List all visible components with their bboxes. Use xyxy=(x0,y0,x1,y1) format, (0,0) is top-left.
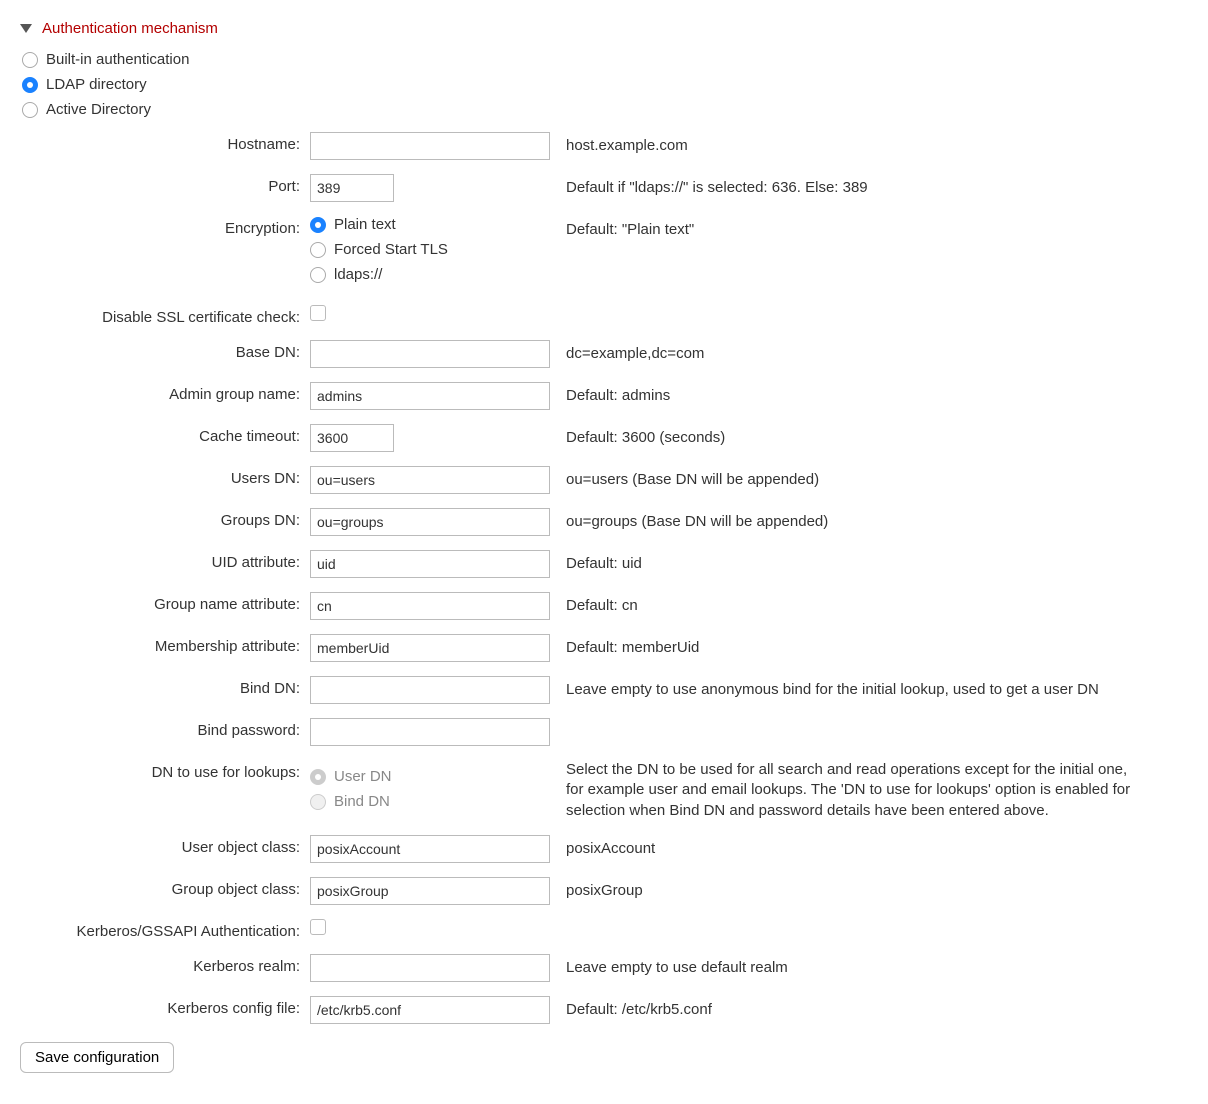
membership-attr-hint: Default: memberUid xyxy=(550,634,1140,658)
encryption-plain-label[interactable]: Plain text xyxy=(334,216,396,233)
group-name-attr-input[interactable] xyxy=(310,592,550,620)
auth-builtin-label[interactable]: Built-in authentication xyxy=(46,51,189,68)
groups-dn-input[interactable] xyxy=(310,508,550,536)
bind-dn-hint: Leave empty to use anonymous bind for th… xyxy=(550,676,1140,700)
membership-attr-input[interactable] xyxy=(310,634,550,662)
encryption-ldaps-label[interactable]: ldaps:// xyxy=(334,266,382,283)
auth-builtin-radio[interactable] xyxy=(22,52,38,68)
user-obj-class-hint: posixAccount xyxy=(550,835,1140,859)
disable-ssl-checkbox[interactable] xyxy=(310,305,326,321)
uid-attr-label: UID attribute: xyxy=(20,550,310,571)
disable-ssl-label: Disable SSL certificate check: xyxy=(20,305,310,326)
port-input[interactable] xyxy=(310,174,394,202)
admin-group-hint: Default: admins xyxy=(550,382,1140,406)
hostname-hint: host.example.com xyxy=(550,132,1140,156)
disclosure-triangle-icon xyxy=(20,24,32,33)
kerberos-auth-checkbox[interactable] xyxy=(310,919,326,935)
auth-ldap-label[interactable]: LDAP directory xyxy=(46,76,147,93)
auth-ldap-radio[interactable] xyxy=(22,77,38,93)
section-title: Authentication mechanism xyxy=(42,20,218,37)
dn-lookup-bind-radio xyxy=(310,794,326,810)
encryption-tls-label[interactable]: Forced Start TLS xyxy=(334,241,448,258)
hostname-label: Hostname: xyxy=(20,132,310,153)
uid-attr-input[interactable] xyxy=(310,550,550,578)
group-name-attr-label: Group name attribute: xyxy=(20,592,310,613)
kerberos-auth-label: Kerberos/GSSAPI Authentication: xyxy=(20,919,310,940)
kerberos-config-label: Kerberos config file: xyxy=(20,996,310,1017)
port-label: Port: xyxy=(20,174,310,195)
group-obj-class-hint: posixGroup xyxy=(550,877,1140,901)
port-hint: Default if "ldaps://" is selected: 636. … xyxy=(550,174,1140,198)
membership-attr-label: Membership attribute: xyxy=(20,634,310,655)
kerberos-config-hint: Default: /etc/krb5.conf xyxy=(550,996,1140,1020)
auth-ad-label[interactable]: Active Directory xyxy=(46,101,151,118)
groups-dn-hint: ou=groups (Base DN will be appended) xyxy=(550,508,1140,532)
hostname-input[interactable] xyxy=(310,132,550,160)
bind-dn-input[interactable] xyxy=(310,676,550,704)
users-dn-input[interactable] xyxy=(310,466,550,494)
uid-attr-hint: Default: uid xyxy=(550,550,1140,574)
kerberos-realm-hint: Leave empty to use default realm xyxy=(550,954,1140,978)
user-obj-class-input[interactable] xyxy=(310,835,550,863)
dn-lookups-hint: Select the DN to be used for all search … xyxy=(550,760,1140,821)
dn-lookups-label: DN to use for lookups: xyxy=(20,760,310,781)
auth-ad-radio[interactable] xyxy=(22,102,38,118)
dn-lookup-user-label: User DN xyxy=(334,768,392,785)
bind-dn-label: Bind DN: xyxy=(20,676,310,697)
encryption-tls-radio[interactable] xyxy=(310,242,326,258)
section-header[interactable]: Authentication mechanism xyxy=(20,20,1188,37)
bind-password-input[interactable] xyxy=(310,718,550,746)
kerberos-config-input[interactable] xyxy=(310,996,550,1024)
groups-dn-label: Groups DN: xyxy=(20,508,310,529)
bind-password-label: Bind password: xyxy=(20,718,310,739)
save-configuration-button[interactable]: Save configuration xyxy=(20,1042,174,1073)
group-obj-class-input[interactable] xyxy=(310,877,550,905)
admin-group-input[interactable] xyxy=(310,382,550,410)
group-name-attr-hint: Default: cn xyxy=(550,592,1140,616)
users-dn-label: Users DN: xyxy=(20,466,310,487)
base-dn-input[interactable] xyxy=(310,340,550,368)
kerberos-realm-input[interactable] xyxy=(310,954,550,982)
base-dn-label: Base DN: xyxy=(20,340,310,361)
encryption-plain-radio[interactable] xyxy=(310,217,326,233)
group-obj-class-label: Group object class: xyxy=(20,877,310,898)
cache-timeout-label: Cache timeout: xyxy=(20,424,310,445)
cache-timeout-hint: Default: 3600 (seconds) xyxy=(550,424,1140,448)
base-dn-hint: dc=example,dc=com xyxy=(550,340,1140,364)
users-dn-hint: ou=users (Base DN will be appended) xyxy=(550,466,1140,490)
cache-timeout-input[interactable] xyxy=(310,424,394,452)
encryption-hint: Default: "Plain text" xyxy=(550,216,1140,240)
user-obj-class-label: User object class: xyxy=(20,835,310,856)
dn-lookup-user-radio xyxy=(310,769,326,785)
admin-group-label: Admin group name: xyxy=(20,382,310,403)
auth-type-group: Built-in authentication LDAP directory A… xyxy=(20,51,1188,118)
encryption-ldaps-radio[interactable] xyxy=(310,267,326,283)
encryption-label: Encryption: xyxy=(20,216,310,237)
dn-lookup-bind-label: Bind DN xyxy=(334,793,390,810)
kerberos-realm-label: Kerberos realm: xyxy=(20,954,310,975)
